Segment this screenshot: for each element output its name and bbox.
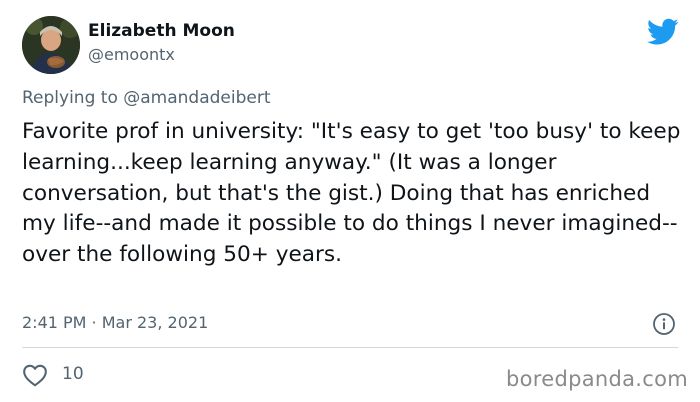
avatar-photo xyxy=(22,16,80,74)
tweet-text: Favorite prof in university: "It's easy … xyxy=(22,119,681,268)
reply-context: Replying to @amandadeibert xyxy=(22,88,271,108)
twitter-bird-icon[interactable] xyxy=(647,18,679,46)
tweet-timestamp[interactable]: 2:41 PM · Mar 23, 2021 xyxy=(22,313,208,332)
avatar[interactable] xyxy=(22,16,80,74)
reply-prefix: Replying to xyxy=(22,88,118,108)
author-handle[interactable]: @emoontx xyxy=(88,45,175,64)
heart-icon[interactable] xyxy=(22,363,48,387)
divider xyxy=(22,347,678,348)
watermark: boredpanda.com xyxy=(506,367,689,391)
author-display-name[interactable]: Elizabeth Moon xyxy=(88,21,235,41)
like-count: 10 xyxy=(62,364,84,384)
reply-mention-link[interactable]: @amandadeibert xyxy=(123,88,270,108)
info-icon[interactable] xyxy=(652,312,676,336)
